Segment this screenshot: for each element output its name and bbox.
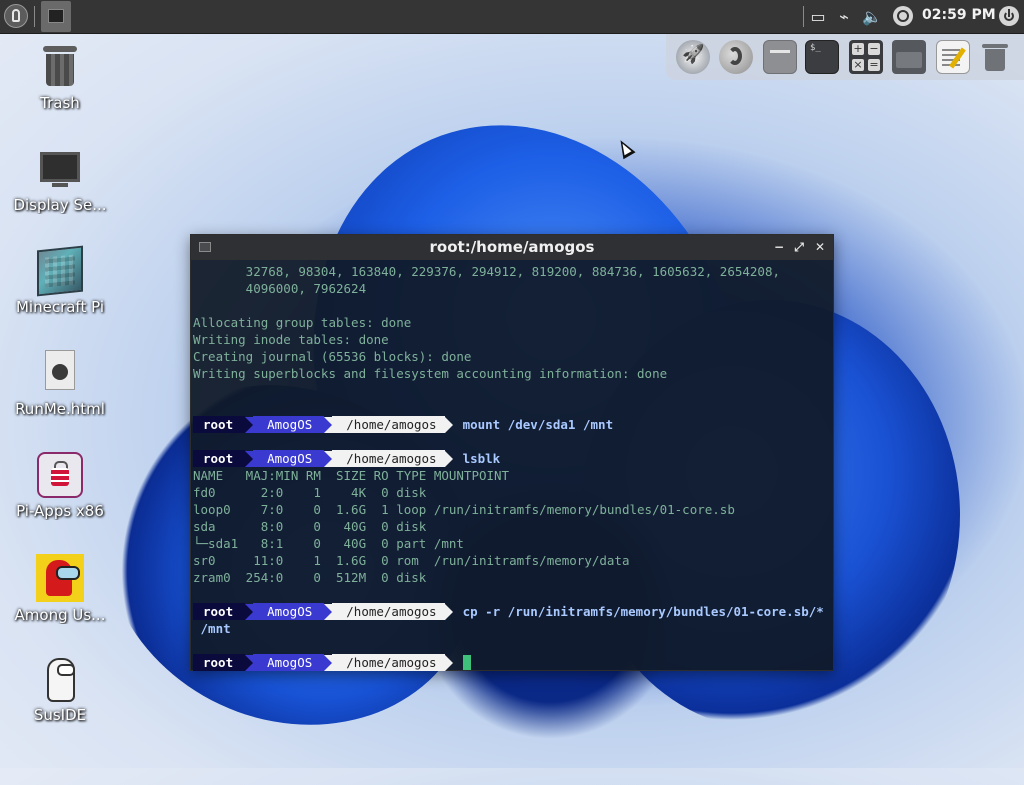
desktop-icon-trash[interactable]: Trash bbox=[6, 44, 114, 112]
output-line: Allocating group tables: done bbox=[193, 315, 412, 330]
desktop-icon-label: RunMe.html bbox=[15, 400, 105, 418]
among-us-icon bbox=[36, 554, 84, 602]
panel-separator bbox=[34, 6, 35, 27]
clock[interactable]: 02:59 PM bbox=[922, 7, 996, 23]
calculator-icon[interactable]: + − × = bbox=[849, 40, 883, 74]
desktop-icon-label: SusIDE bbox=[33, 706, 87, 724]
close-icon[interactable]: ✕ bbox=[812, 239, 828, 255]
screen-icon[interactable]: ▭ bbox=[808, 7, 828, 27]
output-line: Writing superblocks and filesystem accou… bbox=[193, 366, 668, 381]
output-line: 32768, 98304, 163840, 229376, 294912, 81… bbox=[193, 264, 780, 279]
prompt-path: /home/amogos bbox=[332, 450, 445, 467]
search-icon[interactable] bbox=[893, 6, 913, 26]
window-titlebar[interactable]: root:/home/amogos − ⤢ ✕ bbox=[191, 235, 833, 260]
prompt-host: AmogOS bbox=[253, 450, 325, 467]
lsblk-row: sda 8:0 0 40G 0 disk bbox=[193, 519, 427, 534]
maximize-icon[interactable]: ⤢ bbox=[791, 239, 807, 255]
lsblk-row: loop0 7:0 0 1.6G 1 loop /run/initramfs/m… bbox=[193, 502, 735, 517]
power-icon[interactable] bbox=[999, 6, 1019, 26]
desktop-icon-label: Display Se... bbox=[13, 196, 107, 214]
suside-icon bbox=[37, 656, 83, 702]
text-cursor[interactable] bbox=[462, 655, 471, 670]
prompt-host: AmogOS bbox=[253, 654, 325, 671]
prompt-host: AmogOS bbox=[253, 603, 325, 620]
rocket-launcher-icon[interactable] bbox=[676, 40, 710, 74]
prompt-user: root bbox=[193, 450, 246, 467]
panel-separator bbox=[803, 6, 804, 27]
terminal-icon bbox=[48, 9, 64, 23]
desktop-icon-label: Pi-Apps x86 bbox=[16, 502, 104, 520]
minimize-icon[interactable]: − bbox=[771, 239, 787, 255]
html-file-icon bbox=[37, 350, 83, 396]
desktop-icon-label: Trash bbox=[40, 94, 80, 112]
paperclip-icon[interactable]: ⌁ bbox=[834, 7, 854, 27]
terminal-output[interactable]: 32768, 98304, 163840, 229376, 294912, 81… bbox=[191, 263, 833, 671]
terminal-window[interactable]: root:/home/amogos − ⤢ ✕ 32768, 98304, 16… bbox=[190, 234, 834, 671]
command-continuation: /mnt bbox=[193, 621, 231, 636]
pi-apps-icon bbox=[37, 452, 83, 498]
lsblk-header: NAME MAJ:MIN RM SIZE RO TYPE MOUNTPOINT bbox=[193, 468, 510, 483]
prompt-user: root bbox=[193, 654, 246, 671]
window-icon[interactable] bbox=[763, 40, 797, 74]
trash-icon[interactable] bbox=[978, 40, 1012, 74]
desktop-icon-suside[interactable]: SusIDE bbox=[6, 656, 114, 724]
app-menu-icon[interactable] bbox=[4, 4, 28, 28]
desktop-icon-minecraft-pi[interactable]: Minecraft Pi bbox=[6, 245, 114, 316]
desktop-icon-label: Minecraft Pi bbox=[15, 298, 104, 316]
command-text: mount /dev/sda1 /mnt bbox=[462, 417, 614, 432]
minecraft-block-icon bbox=[37, 245, 83, 297]
window-title: root:/home/amogos bbox=[429, 238, 595, 256]
desktop-icon-label: Among Us... bbox=[14, 606, 106, 624]
volume-icon[interactable]: 🔈 bbox=[862, 7, 882, 27]
lsblk-row: sr0 11:0 1 1.6G 0 rom /run/initramfs/mem… bbox=[193, 553, 630, 568]
shell-prompt-active[interactable]: root AmogOS/home/amogos bbox=[193, 654, 471, 671]
lsblk-row: fd0 2:0 1 4K 0 disk bbox=[193, 485, 427, 500]
taskbar-terminal-button[interactable] bbox=[41, 1, 71, 32]
output-line: Creating journal (65536 blocks): done bbox=[193, 349, 472, 364]
prompt-path: /home/amogos bbox=[332, 654, 445, 671]
shell-prompt: root AmogOS/home/amogos mount /dev/sda1 /… bbox=[193, 416, 613, 433]
lsblk-row: zram0 254:0 0 512M 0 disk bbox=[193, 570, 427, 585]
mouse-pointer-icon bbox=[614, 136, 636, 160]
trash-icon bbox=[37, 44, 83, 90]
prompt-path: /home/amogos bbox=[332, 603, 445, 620]
prompt-user: root bbox=[193, 416, 246, 433]
prompt-host: AmogOS bbox=[253, 416, 325, 433]
shell-prompt: root AmogOS/home/amogos lsblk bbox=[193, 450, 500, 467]
desktop-icon-display-settings[interactable]: Display Se... bbox=[6, 146, 114, 214]
output-line: 4096000, 7962624 bbox=[193, 281, 367, 296]
desktop-icon-pi-apps[interactable]: Pi-Apps x86 bbox=[6, 452, 114, 520]
terminal-icon[interactable] bbox=[805, 40, 839, 74]
command-text: cp -r /run/initramfs/memory/bundles/01-c… bbox=[462, 604, 824, 619]
prompt-path: /home/amogos bbox=[332, 416, 445, 433]
desktop-icon-runme-html[interactable]: RunMe.html bbox=[6, 350, 114, 418]
top-panel: ▭ ⌁ 🔈 02:59 PM bbox=[0, 0, 1024, 34]
monitor-icon bbox=[37, 146, 83, 192]
folder-icon[interactable] bbox=[892, 40, 926, 74]
firefox-icon[interactable] bbox=[719, 40, 753, 74]
desktop-icon-among-us[interactable]: Among Us... bbox=[6, 554, 114, 624]
prompt-user: root bbox=[193, 603, 246, 620]
dock: +−×= bbox=[666, 34, 1024, 80]
command-text: lsblk bbox=[462, 451, 501, 466]
shell-prompt: root AmogOS/home/amogos cp -r /run/initra… bbox=[193, 603, 824, 620]
lsblk-row: └─sda1 8:1 0 40G 0 part /mnt bbox=[193, 536, 464, 551]
text-editor-icon[interactable] bbox=[936, 40, 970, 74]
output-line: Writing inode tables: done bbox=[193, 332, 389, 347]
